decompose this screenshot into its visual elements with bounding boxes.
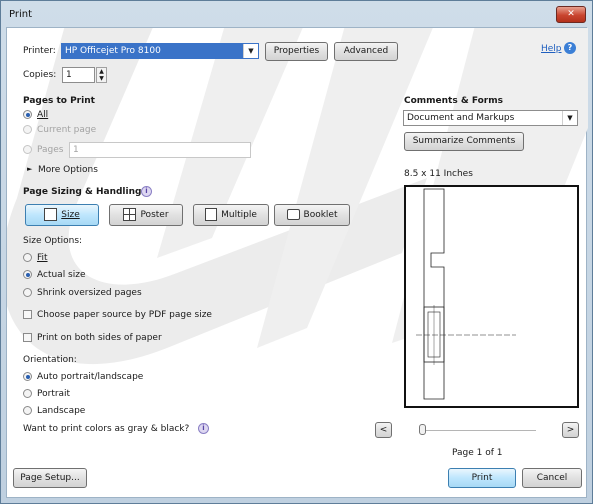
landscape-radio[interactable]: [23, 406, 32, 415]
page-slider-thumb[interactable]: [419, 424, 426, 435]
dialog-body: Printer: HP Officejet Pro 8100 ▼ Propert…: [6, 27, 588, 498]
info-icon[interactable]: i: [141, 186, 152, 197]
copies-stepper[interactable]: ▲ ▼: [96, 67, 107, 83]
next-page-button[interactable]: >: [562, 422, 579, 438]
advanced-button[interactable]: Advanced: [334, 42, 398, 61]
copies-label: Copies:: [23, 70, 57, 80]
poster-icon: [123, 208, 137, 221]
both-sides-checkbox[interactable]: [23, 333, 32, 342]
page-setup-button[interactable]: Page Setup...: [13, 468, 87, 488]
fit-label[interactable]: Fit: [37, 253, 48, 263]
portrait-radio[interactable]: [23, 389, 32, 398]
actual-size-radio[interactable]: [23, 270, 32, 279]
window-title: Print: [9, 9, 33, 20]
comments-select[interactable]: Document and Markups ▼: [403, 110, 578, 126]
actual-size-label[interactable]: Actual size: [37, 270, 86, 280]
close-button[interactable]: ✕: [556, 6, 586, 23]
print-button[interactable]: Print: [448, 468, 516, 488]
printer-select[interactable]: HP Officejet Pro 8100 ▼: [61, 43, 259, 59]
properties-button[interactable]: Properties: [265, 42, 328, 61]
chevron-down-icon: ▼: [243, 44, 258, 58]
print-dialog: Print ✕ Printer: HP Officejet Pro 8100 ▼…: [0, 0, 593, 504]
booklet-icon: [286, 209, 300, 220]
pages-range-input[interactable]: 1: [69, 142, 251, 158]
shrink-label[interactable]: Shrink oversized pages: [37, 288, 142, 298]
size-options-label: Size Options:: [23, 236, 83, 246]
pages-range-value: 1: [73, 145, 79, 155]
stepper-down-icon[interactable]: ▼: [97, 75, 106, 82]
expand-triangle-icon[interactable]: ►: [27, 165, 32, 173]
page-sizing-heading: Page Sizing & Handling: [23, 187, 142, 197]
page-slider-track[interactable]: [419, 430, 536, 431]
previous-page-button[interactable]: <: [375, 422, 392, 438]
comments-forms-heading: Comments & Forms: [404, 96, 503, 106]
preview-drawing: [416, 188, 516, 400]
copies-value: 1: [66, 70, 72, 80]
multiple-tab-label: Multiple: [221, 210, 257, 220]
pages-radio[interactable]: [23, 145, 32, 154]
help-link[interactable]: Help: [541, 44, 562, 54]
summarize-comments-button[interactable]: Summarize Comments: [404, 132, 524, 151]
close-icon: ✕: [567, 9, 575, 19]
choose-paper-label[interactable]: Choose paper source by PDF page size: [37, 310, 212, 320]
help-icon[interactable]: ?: [564, 42, 576, 54]
copies-input[interactable]: 1: [62, 67, 95, 83]
booklet-tab-label: Booklet: [303, 210, 338, 220]
fit-radio[interactable]: [23, 253, 32, 262]
page-indicator: Page 1 of 1: [452, 448, 503, 458]
pages-label[interactable]: Pages: [37, 145, 63, 155]
gray-black-question: Want to print colors as gray & black?: [23, 424, 190, 434]
both-sides-label[interactable]: Print on both sides of paper: [37, 333, 162, 343]
poster-tab-button[interactable]: Poster: [109, 204, 183, 226]
title-bar[interactable]: Print ✕: [1, 1, 592, 27]
multiple-tab-button[interactable]: Multiple: [193, 204, 269, 226]
all-pages-radio[interactable]: [23, 110, 32, 119]
pages-to-print-heading: Pages to Print: [23, 96, 95, 106]
orientation-heading: Orientation:: [23, 355, 77, 365]
shrink-radio[interactable]: [23, 288, 32, 297]
landscape-label[interactable]: Landscape: [37, 406, 85, 416]
multiple-pages-icon: [205, 208, 218, 221]
portrait-label[interactable]: Portrait: [37, 389, 70, 399]
size-icon: [44, 208, 58, 221]
print-preview: [404, 185, 579, 408]
printer-label: Printer:: [23, 46, 56, 56]
comments-selected-value: Document and Markups: [407, 113, 515, 123]
chevron-down-icon: ▼: [562, 111, 577, 125]
cancel-button[interactable]: Cancel: [522, 468, 582, 488]
current-page-label[interactable]: Current page: [37, 125, 96, 135]
auto-orientation-label[interactable]: Auto portrait/landscape: [37, 372, 143, 382]
more-options-toggle[interactable]: More Options: [38, 165, 98, 175]
printer-selected-value: HP Officejet Pro 8100: [65, 46, 161, 56]
size-tab-label: Size: [61, 210, 80, 220]
booklet-tab-button[interactable]: Booklet: [274, 204, 350, 226]
paper-size-label: 8.5 x 11 Inches: [404, 169, 473, 179]
choose-paper-checkbox[interactable]: [23, 310, 32, 319]
auto-orientation-radio[interactable]: [23, 372, 32, 381]
poster-tab-label: Poster: [140, 210, 169, 220]
info-icon[interactable]: i: [198, 423, 209, 434]
stepper-up-icon[interactable]: ▲: [97, 68, 106, 75]
all-pages-label[interactable]: All: [37, 110, 48, 120]
size-tab-button[interactable]: Size: [25, 204, 99, 226]
current-page-radio[interactable]: [23, 125, 32, 134]
